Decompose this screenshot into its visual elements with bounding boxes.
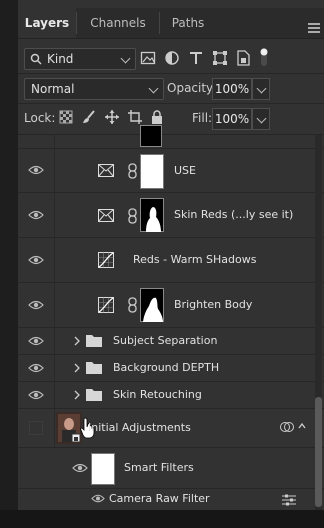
layer-row[interactable]: Skin Reds (...ly see it): [18, 193, 324, 238]
panel-bottom-bar: [0, 510, 324, 528]
filter-kind-label: Kind: [47, 52, 74, 66]
layer-mask-thumbnail: [140, 154, 164, 189]
layer-name[interactable]: Initial Adjustments: [88, 421, 191, 434]
smart-filters-row[interactable]: Smart Filters: [18, 448, 324, 489]
folder-icon: [86, 389, 102, 401]
tab-channels[interactable]: Channels: [77, 8, 159, 38]
link-chain-icon[interactable]: [128, 163, 137, 179]
search-icon: [30, 53, 42, 65]
layer-mask-thumbnail: [140, 125, 162, 147]
tab-paths[interactable]: Paths: [160, 8, 216, 38]
chevron-down-icon: [148, 83, 159, 94]
lock-artboard-icon[interactable]: [128, 110, 142, 124]
visibility-eye-icon[interactable]: [28, 210, 44, 220]
chevron-down-icon: [120, 53, 131, 64]
filter-kind-select[interactable]: Kind: [24, 48, 136, 70]
adjustment-filter-icon[interactable]: [164, 50, 180, 66]
folder-icon: [86, 335, 102, 347]
chevron-right-icon[interactable]: [74, 336, 80, 346]
blend-mode-select[interactable]: Normal: [24, 78, 164, 100]
smart-object-thumbnail: [56, 412, 82, 444]
curves-adjustment-icon: [98, 297, 114, 313]
folder-icon: [86, 362, 102, 374]
layer-mask-thumbnail: [140, 288, 164, 322]
layer-row[interactable]: USE: [18, 149, 324, 193]
visibility-eye-icon[interactable]: [28, 336, 44, 346]
smart-object-filter-icon[interactable]: [235, 50, 251, 66]
visibility-eye-icon[interactable]: [72, 463, 88, 473]
opacity-dropdown[interactable]: [252, 78, 270, 100]
opacity-input[interactable]: 100%: [212, 78, 252, 100]
divider: [18, 73, 324, 74]
layer-name[interactable]: Camera Raw Filter: [109, 492, 210, 505]
solid-color-fill-icon: [98, 164, 114, 177]
layer-group-row[interactable]: Skin Retouching: [18, 382, 324, 409]
filter-row[interactable]: Camera Raw Filter: [18, 489, 324, 510]
layer-row[interactable]: Initial Adjustments: [18, 409, 324, 448]
visibility-eye-icon[interactable]: [28, 363, 44, 373]
layer-name[interactable]: Reds - Warm SHadows: [133, 253, 256, 266]
visibility-toggle-empty[interactable]: [29, 421, 43, 435]
layer-name[interactable]: Skin Reds (...ly see it): [174, 208, 293, 221]
chevron-down-icon: [256, 113, 267, 124]
link-chain-icon[interactable]: [128, 208, 137, 224]
layer-name[interactable]: Skin Retouching: [113, 388, 202, 401]
chevron-down-icon: [256, 83, 267, 94]
link-chain-icon[interactable]: [128, 297, 137, 313]
lock-label: Lock:: [24, 111, 56, 125]
layers-scrollbar[interactable]: [315, 135, 322, 510]
lock-pixels-brush-icon[interactable]: [82, 110, 96, 124]
smart-filter-mask-icon: [280, 422, 294, 432]
image-filter-icon[interactable]: [140, 50, 156, 66]
chevron-right-icon[interactable]: [74, 363, 80, 373]
fill-input[interactable]: 100%: [212, 108, 252, 130]
layer-row[interactable]: Reds - Warm SHadows: [18, 238, 324, 283]
panel-menu-icon[interactable]: [308, 23, 320, 33]
lock-all-icon[interactable]: [150, 110, 164, 124]
layer-name[interactable]: Subject Separation: [113, 334, 217, 347]
layer-group-row[interactable]: Subject Separation: [18, 328, 324, 355]
layer-row[interactable]: [18, 125, 324, 149]
scrollbar-thumb[interactable]: [315, 397, 322, 507]
divider: [18, 103, 324, 104]
blend-mode-value: Normal: [31, 82, 75, 96]
tab-layers[interactable]: Layers: [18, 8, 76, 38]
layers-list: USE Skin Reds (...ly see it) Reds - Warm…: [18, 125, 324, 510]
visibility-eye-icon[interactable]: [91, 494, 105, 503]
layer-name[interactable]: Smart Filters: [124, 461, 194, 474]
opacity-label: Opacity:: [167, 81, 217, 95]
layer-name[interactable]: USE: [174, 164, 196, 177]
layer-mask-thumbnail: [140, 198, 164, 232]
layer-row[interactable]: Brighten Body: [18, 283, 324, 328]
layer-name[interactable]: Brighten Body: [174, 298, 252, 311]
curves-adjustment-icon: [98, 252, 114, 268]
shape-filter-icon[interactable]: [212, 50, 228, 66]
filter-toggle-icon[interactable]: [260, 46, 268, 68]
layer-group-row[interactable]: Background DEPTH: [18, 355, 324, 382]
fill-label: Fill:: [192, 111, 213, 125]
lock-position-move-icon[interactable]: [105, 110, 119, 124]
fill-dropdown[interactable]: [252, 108, 270, 130]
solid-color-fill-icon: [98, 209, 114, 222]
visibility-eye-icon[interactable]: [28, 390, 44, 400]
lock-transparent-icon[interactable]: [59, 110, 73, 124]
visibility-eye-icon[interactable]: [28, 300, 44, 310]
visibility-eye-icon[interactable]: [28, 255, 44, 265]
layer-name[interactable]: Background DEPTH: [113, 361, 219, 374]
visibility-eye-icon[interactable]: [28, 165, 44, 175]
filter-blending-options-icon[interactable]: [282, 494, 296, 506]
collapse-arrow-icon[interactable]: [298, 423, 306, 429]
smart-filter-mask-thumbnail: [91, 453, 115, 485]
panel-tab-bar: Layers Channels Paths: [18, 8, 324, 39]
chevron-right-icon[interactable]: [74, 390, 80, 400]
type-filter-icon[interactable]: [188, 50, 204, 66]
layers-panel: Layers Channels Paths Kind Normal Opacit…: [18, 0, 324, 510]
